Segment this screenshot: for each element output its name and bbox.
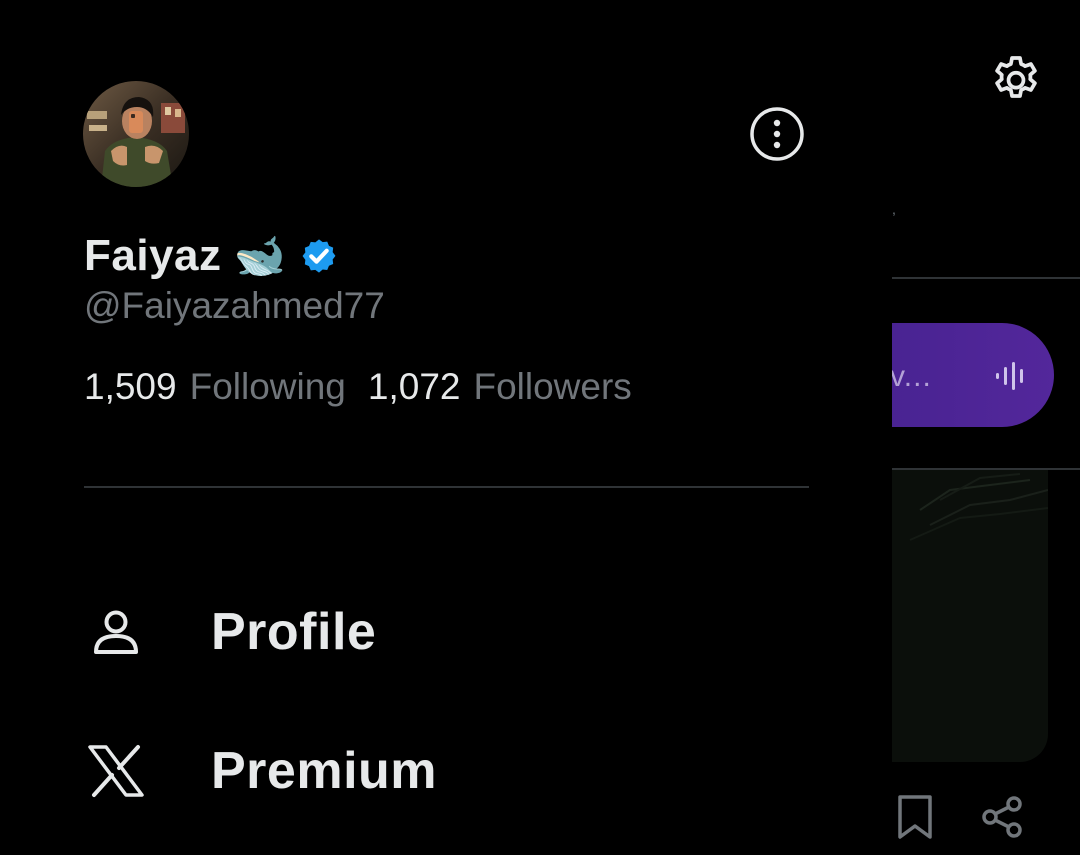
avatar[interactable]	[83, 81, 189, 187]
followers-link[interactable]: 1,072 Followers	[368, 364, 632, 410]
display-name: Faiyaz	[84, 231, 222, 280]
account-drawer: Faiyaz 🐋 @Faiyazahmed77 1,509 Following …	[0, 0, 892, 855]
followers-label: Followers	[473, 366, 632, 407]
following-count: 1,509	[84, 366, 177, 407]
grok-pill-text: v...	[890, 360, 932, 393]
share-icon[interactable]	[980, 794, 1026, 840]
settings-button[interactable]	[988, 51, 1044, 107]
app-screen: , v... Faiyaz 🐋 @Faiyazahmed77 1,509 Fol…	[0, 0, 1080, 855]
menu-item-label: Premium	[211, 742, 438, 800]
display-name-row[interactable]: Faiyaz 🐋	[84, 228, 340, 284]
drawer-divider	[84, 486, 809, 488]
post-media-thumbnail[interactable]	[880, 470, 1048, 762]
menu-item-profile[interactable]: Profile	[84, 592, 784, 672]
menu-item-label: Profile	[211, 603, 377, 661]
verified-badge-icon	[302, 239, 336, 273]
menu-item-premium[interactable]: Premium	[84, 731, 784, 811]
following-link[interactable]: 1,509 Following	[84, 364, 346, 410]
whale-emoji-icon: 🐋	[233, 231, 286, 280]
person-icon	[84, 600, 148, 664]
gear-icon	[995, 56, 1037, 98]
followers-count: 1,072	[367, 366, 461, 407]
x-logo-icon	[84, 739, 148, 803]
more-options-icon[interactable]	[748, 105, 806, 163]
truncated-tab-mark: ,	[892, 201, 896, 217]
user-handle: @Faiyazahmed77	[84, 285, 385, 326]
avatar-photo	[83, 81, 189, 187]
following-label: Following	[189, 366, 346, 407]
voice-waveform-icon[interactable]	[992, 356, 1028, 396]
bookmark-icon[interactable]	[895, 794, 935, 840]
follow-stats: 1,509 Following 1,072 Followers	[84, 364, 632, 410]
timeline-divider	[892, 277, 1080, 279]
